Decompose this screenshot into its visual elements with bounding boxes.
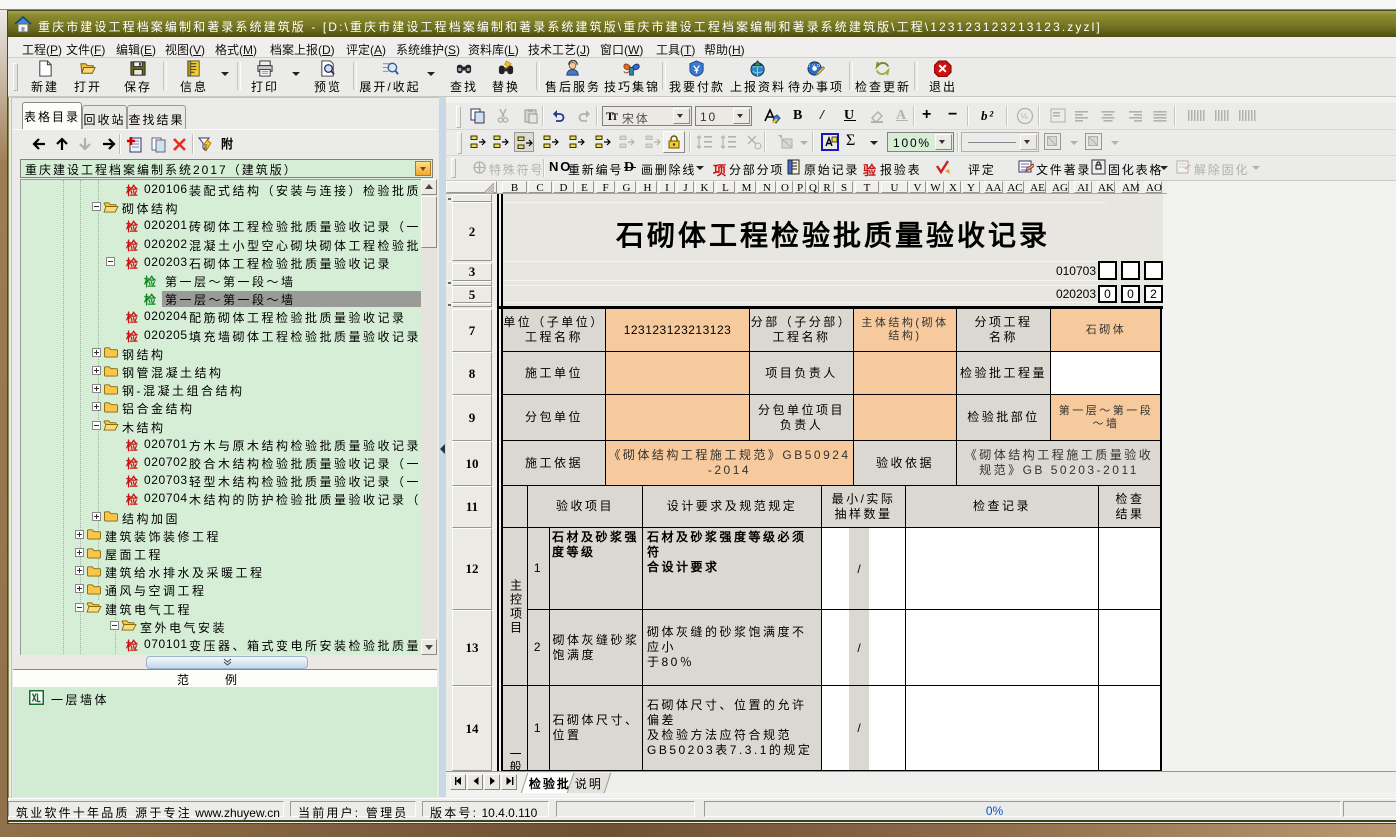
svg-text:DVD: DVD <box>807 63 822 68</box>
svg-text:⅙: ⅙ <box>1020 112 1030 121</box>
